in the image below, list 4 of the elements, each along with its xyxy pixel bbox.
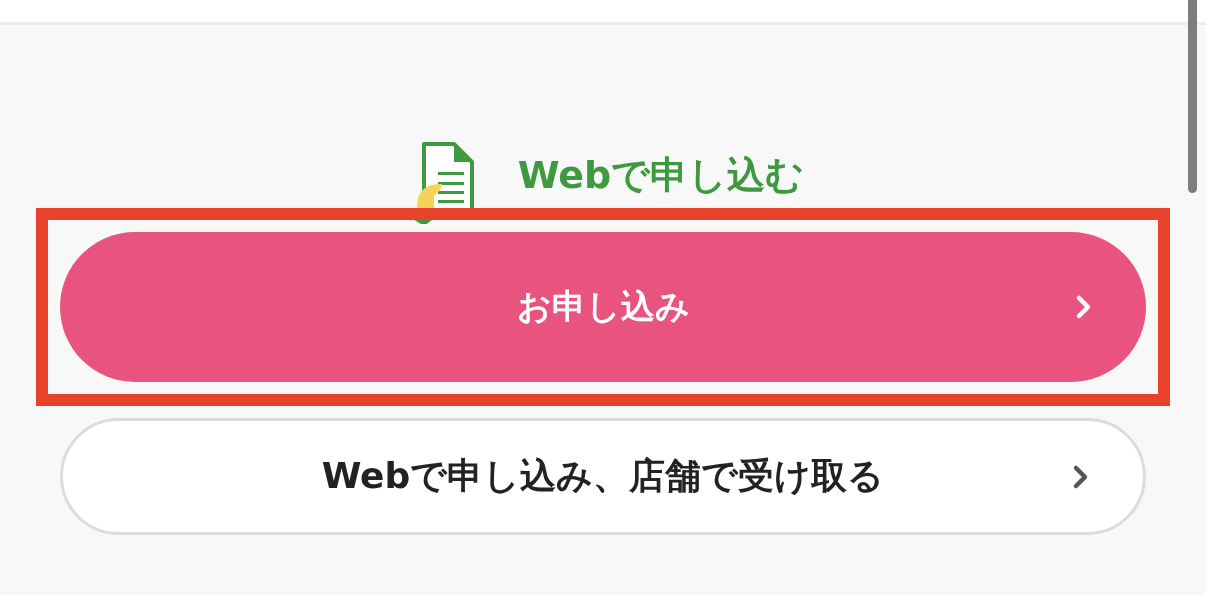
apply-button[interactable]: Webで申し込み、店舗で受け取る [60,418,1146,535]
scrollbar[interactable] [1188,0,1197,193]
section-title: Webで申し込む [517,151,805,199]
apply-button[interactable]: お申し込み [60,232,1146,382]
